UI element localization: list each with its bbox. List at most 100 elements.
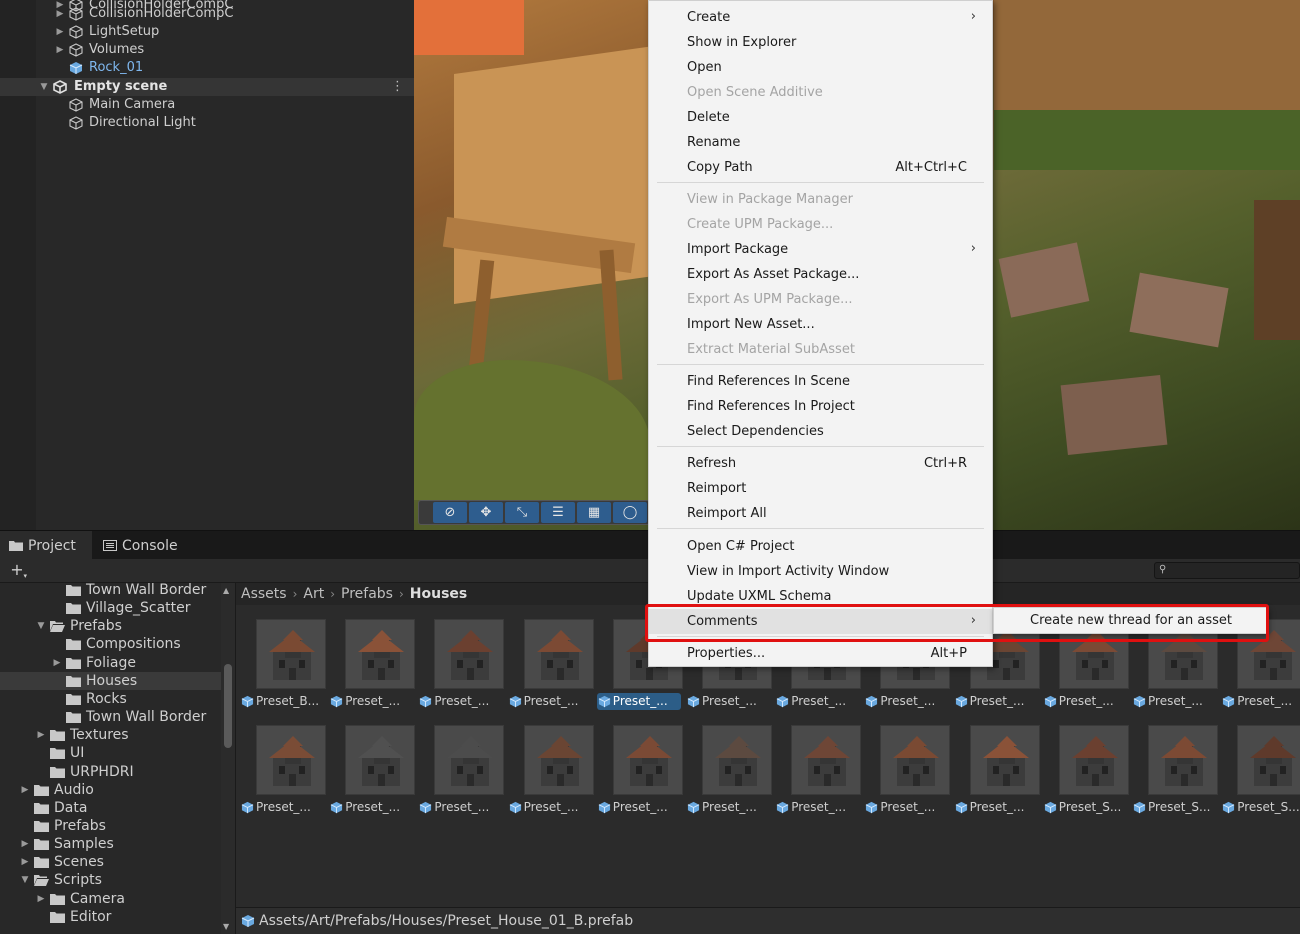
menu-item-select-dependencies[interactable]: Select Dependencies xyxy=(649,419,992,444)
expand-arrow-icon[interactable]: ▶ xyxy=(19,853,31,871)
scrollbar-thumb[interactable] xyxy=(224,664,232,748)
breadcrumb-item[interactable]: Prefabs xyxy=(341,586,393,602)
asset-name[interactable]: Preset_... xyxy=(864,693,948,710)
hierarchy-item-main-camera[interactable]: Main Camera xyxy=(0,96,414,114)
tab-project[interactable]: Project xyxy=(0,531,92,560)
asset-name[interactable]: Preset_... xyxy=(1132,693,1216,710)
hierarchy-scene-row[interactable]: ▼ Empty scene ⋮ xyxy=(0,78,414,96)
asset-name[interactable]: Preset_... xyxy=(1221,693,1300,710)
tree-folder-item[interactable]: Prefabs xyxy=(0,817,221,835)
asset-tile[interactable]: Preset_... xyxy=(682,725,772,825)
grid-tool-icon[interactable]: ▦ xyxy=(577,502,611,523)
asset-name[interactable]: Preset_... xyxy=(1043,693,1127,710)
menu-item-show-in-explorer[interactable]: Show in Explorer xyxy=(649,30,992,55)
breadcrumb-item[interactable]: Assets xyxy=(241,586,287,602)
asset-name[interactable]: Preset_S... xyxy=(1132,799,1216,816)
menu-item-rename[interactable]: Rename xyxy=(649,130,992,155)
asset-name[interactable]: Preset_... xyxy=(418,693,502,710)
hierarchy-item-directional-light[interactable]: Directional Light xyxy=(0,114,414,132)
tree-folder-item[interactable]: Rocks xyxy=(0,690,221,708)
tree-scrollbar[interactable]: ▲ ▼ xyxy=(221,583,235,934)
asset-name[interactable]: Preset_... xyxy=(418,799,502,816)
asset-tile[interactable]: Preset_... xyxy=(504,725,594,825)
tree-folder-item[interactable]: ▶ Textures xyxy=(0,726,221,744)
asset-name[interactable]: Preset_... xyxy=(597,799,681,816)
hierarchy-item-rock[interactable]: Rock_01 xyxy=(0,59,414,77)
search-input[interactable]: ⚲ xyxy=(1154,562,1300,579)
tree-folder-item[interactable]: Village_Scatter xyxy=(0,599,221,617)
menu-item-import-new-asset[interactable]: Import New Asset... xyxy=(649,312,992,337)
asset-tile[interactable]: Preset_S... xyxy=(1128,725,1218,825)
asset-name[interactable]: Preset_... xyxy=(864,799,948,816)
menu-item-reimport[interactable]: Reimport xyxy=(649,476,992,501)
expand-arrow-icon[interactable]: ▶ xyxy=(35,726,47,744)
tree-folder-item[interactable]: Editor xyxy=(0,908,221,926)
hierarchy-item-volumes[interactable]: ▶ Volumes xyxy=(0,41,414,59)
hierarchy-item-collisionholder-2[interactable]: ▶ CollisionHolderCompC xyxy=(0,5,414,23)
expand-arrow-icon[interactable]: ▶ xyxy=(35,890,47,908)
tree-folder-item[interactable]: ▼ Prefabs xyxy=(0,617,221,635)
asset-name[interactable]: Preset_... xyxy=(508,693,592,710)
scale-tool-icon[interactable]: ⤡ xyxy=(505,502,539,523)
asset-name[interactable]: Preset_... xyxy=(240,799,324,816)
tree-folder-item[interactable]: Compositions xyxy=(0,635,221,653)
asset-name[interactable]: Preset_... xyxy=(508,799,592,816)
hierarchy-item-lightsetup[interactable]: ▶ LightSetup xyxy=(0,23,414,41)
asset-name[interactable]: Preset_... xyxy=(954,799,1038,816)
tree-folder-item[interactable]: ▶ Foliage xyxy=(0,654,221,672)
asset-name[interactable]: Preset_... xyxy=(775,693,859,710)
orbit-tool-icon[interactable]: ⊘ xyxy=(433,502,467,523)
tree-folder-item[interactable]: URPHDRI xyxy=(0,763,221,781)
expand-arrow-icon[interactable]: ▶ xyxy=(54,41,66,59)
menu-item-view-in-import-activity-window[interactable]: View in Import Activity Window xyxy=(649,559,992,584)
move-tool-icon[interactable]: ✥ xyxy=(469,502,503,523)
asset-tile[interactable]: Preset_... xyxy=(593,725,683,825)
expand-arrow-icon[interactable]: ▶ xyxy=(19,835,31,853)
asset-name[interactable]: Preset_... xyxy=(329,693,413,710)
tree-folder-item[interactable]: ▼ Scripts xyxy=(0,871,221,889)
asset-tile[interactable]: Preset_... xyxy=(771,725,862,825)
tree-folder-item[interactable]: ▶ Camera xyxy=(0,890,221,908)
asset-name[interactable]: Preset_B... xyxy=(240,693,324,710)
menu-item-properties[interactable]: Properties... Alt+P xyxy=(649,641,992,666)
menu-item-open-c-project[interactable]: Open C# Project xyxy=(649,534,992,559)
expand-arrow-icon[interactable]: ▶ xyxy=(19,781,31,799)
menu-item-find-references-in-scene[interactable]: Find References In Scene xyxy=(649,369,992,394)
collapse-arrow-icon[interactable]: ▼ xyxy=(38,78,50,96)
menu-item-copy-path[interactable]: Copy Path Alt+Ctrl+C xyxy=(649,155,992,180)
menu-item-export-as-asset-package[interactable]: Export As Asset Package... xyxy=(649,262,992,287)
tree-folder-item[interactable]: ▶ Samples xyxy=(0,835,221,853)
tree-folder-item[interactable]: Town Wall Border xyxy=(0,708,221,726)
scene-menu-icon[interactable]: ⋮ xyxy=(391,78,404,96)
collapse-arrow-icon[interactable]: ▼ xyxy=(19,871,31,889)
menu-item-delete[interactable]: Delete xyxy=(649,105,992,130)
menu-item-find-references-in-project[interactable]: Find References In Project xyxy=(649,394,992,419)
asset-name[interactable]: Preset_... xyxy=(596,693,681,710)
tree-folder-item[interactable]: Data xyxy=(0,799,221,817)
expand-arrow-icon[interactable]: ▶ xyxy=(54,5,66,23)
collapse-arrow-icon[interactable]: ▼ xyxy=(35,617,47,635)
asset-tile[interactable]: Preset_... xyxy=(1217,619,1300,719)
tree-folder-item[interactable]: Houses xyxy=(0,671,221,690)
menu-item-refresh[interactable]: Refresh Ctrl+R xyxy=(649,451,992,476)
menu-item-create-new-thread[interactable]: Create new thread for an asset xyxy=(994,608,1266,633)
asset-tile[interactable]: Preset_... xyxy=(236,725,326,825)
menu-item-open[interactable]: Open xyxy=(649,55,992,80)
asset-name[interactable]: Preset_... xyxy=(775,799,859,816)
asset-tile[interactable]: Preset_... xyxy=(1039,619,1129,719)
menu-item-import-package[interactable]: Import Package › xyxy=(649,237,992,262)
asset-tile[interactable]: Preset_... xyxy=(414,725,505,825)
tree-folder-item[interactable]: UI xyxy=(0,744,221,762)
menu-item-create[interactable]: Create › xyxy=(649,5,992,30)
expand-arrow-icon[interactable]: ▶ xyxy=(54,23,66,41)
menu-item-reimport-all[interactable]: Reimport All xyxy=(649,501,992,526)
create-button[interactable]: + ▾ xyxy=(6,561,28,581)
asset-name[interactable]: Preset_S... xyxy=(1221,799,1300,816)
breadcrumb-current[interactable]: Houses xyxy=(410,586,467,602)
scroll-down-icon[interactable]: ▼ xyxy=(223,922,229,931)
breadcrumb-item[interactable]: Art xyxy=(303,586,324,602)
asset-name[interactable]: Preset_... xyxy=(329,799,413,816)
menu-item-comments[interactable]: Comments › xyxy=(649,609,992,634)
expand-arrow-icon[interactable]: ▶ xyxy=(51,654,63,672)
asset-tile[interactable]: Preset_B... xyxy=(236,619,326,719)
